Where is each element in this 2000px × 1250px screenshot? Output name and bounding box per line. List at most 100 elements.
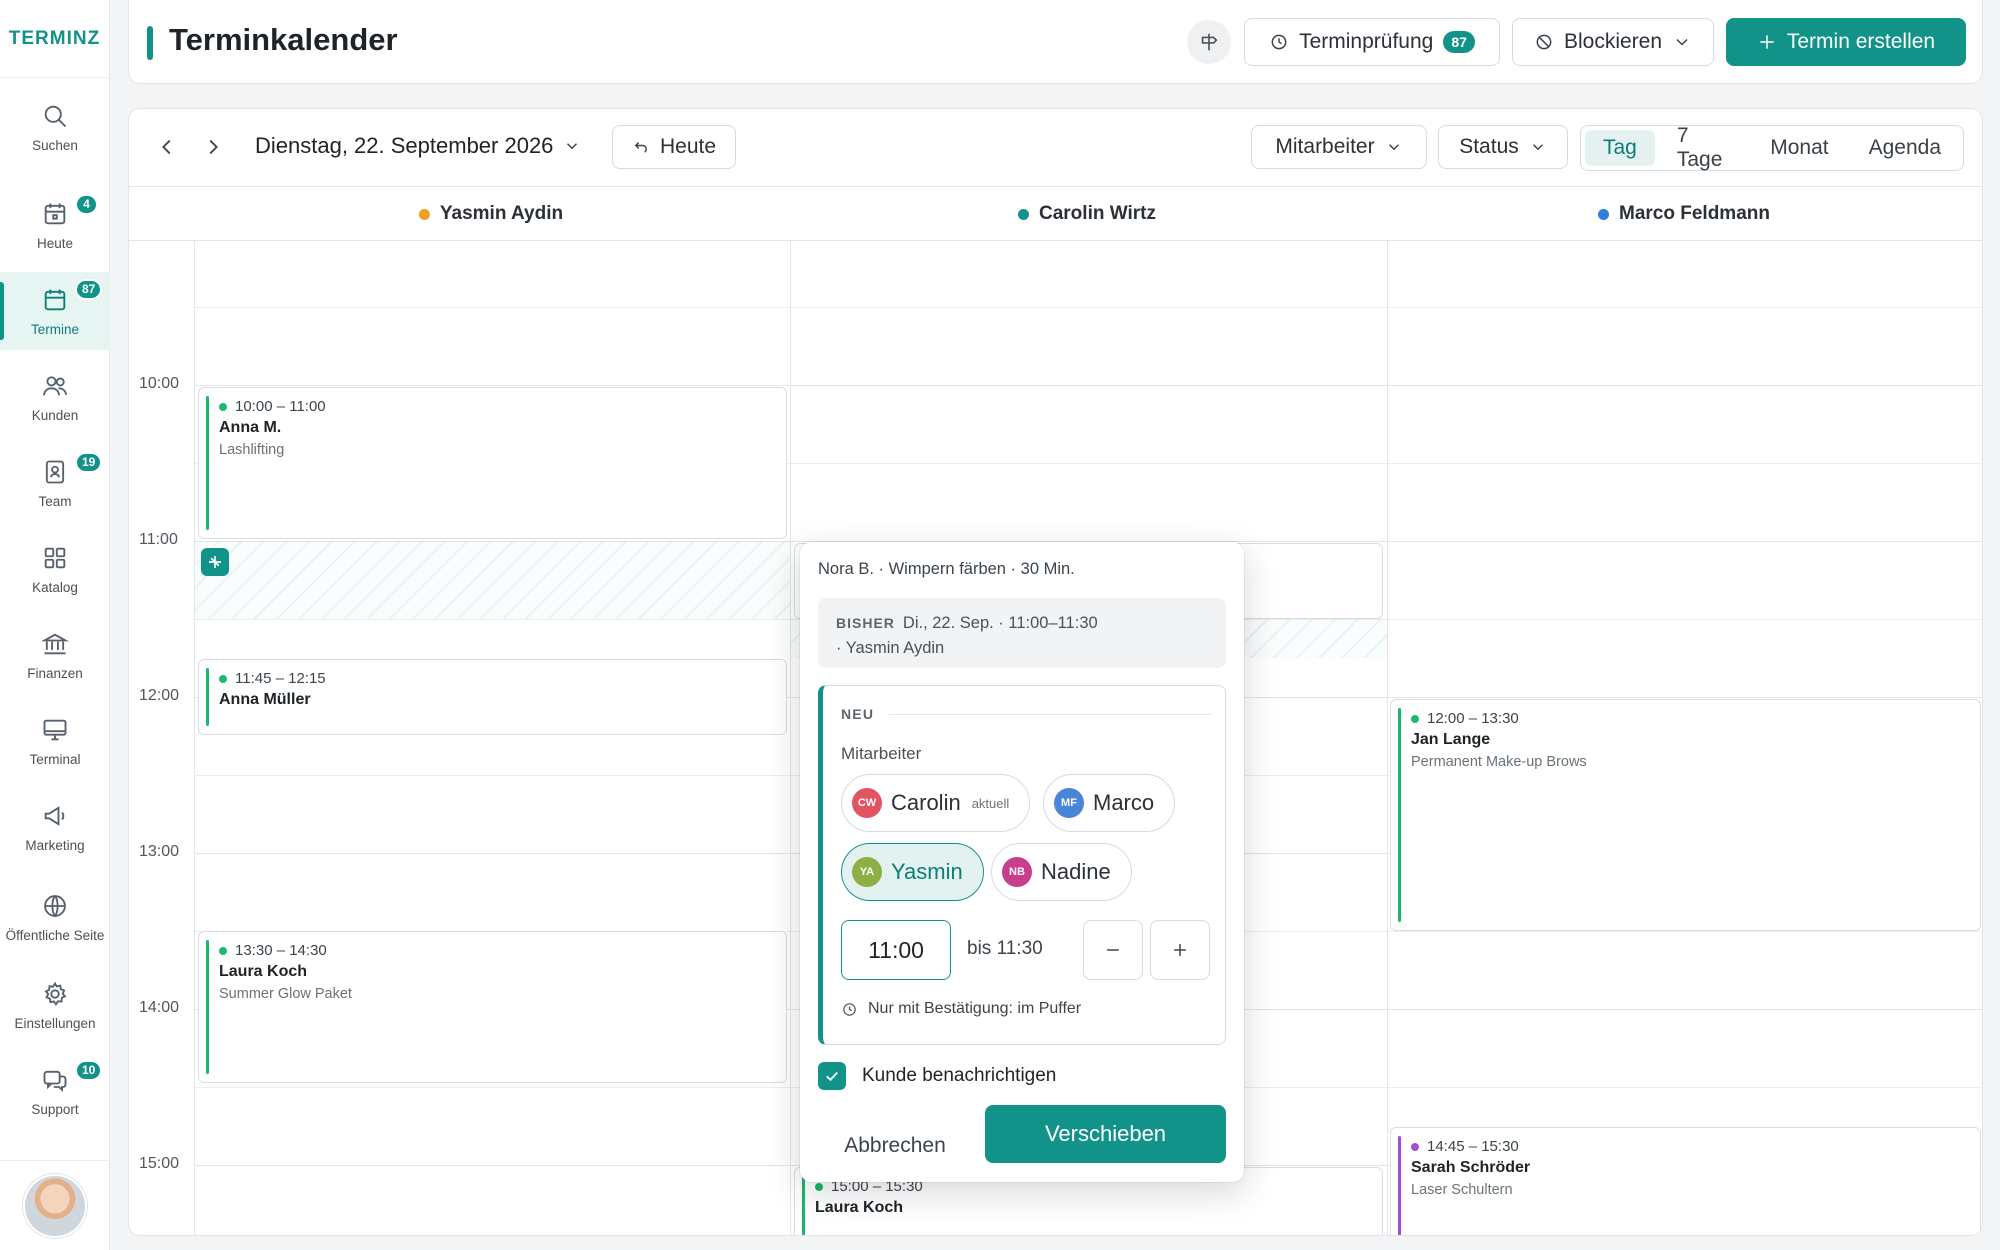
notify-checkbox[interactable]: [818, 1062, 846, 1090]
start-time-input[interactable]: 11:00: [841, 920, 951, 980]
appointment-card[interactable]: 10:00 – 11:00 Anna M. Lashlifting: [198, 387, 787, 539]
title-accent: [147, 26, 153, 60]
increase-time-button[interactable]: [1150, 920, 1210, 980]
grid-icon: [44, 547, 66, 568]
cancel-button[interactable]: Abbrechen: [820, 1118, 970, 1174]
sidebar-item-kunden[interactable]: Kunden: [0, 358, 110, 436]
block-icon: [1536, 34, 1552, 50]
appointment-card[interactable]: 13:30 – 14:30 Laura Koch Summer Glow Pak…: [198, 931, 787, 1083]
appointment-card[interactable]: 12:00 – 13:30 Jan Lange Permanent Make-u…: [1390, 699, 1981, 931]
calendar-icon: [44, 289, 66, 310]
nav-badge: 19: [75, 452, 103, 473]
app-logo[interactable]: TERMINZ: [0, 0, 109, 78]
status-dot: [1411, 1142, 1419, 1151]
date-picker[interactable]: Dienstag, 22. September 2026: [255, 133, 581, 159]
today-button[interactable]: Heute: [612, 125, 736, 169]
appointment-customer: Laura Koch: [815, 1199, 904, 1216]
sidebar-item-label: Katalog: [32, 579, 78, 595]
new-slot-panel: NEU Mitarbeiter CW Carolin aktuell MF Ma…: [818, 685, 1226, 1045]
sidebar-item-team[interactable]: Team 19: [0, 444, 110, 522]
tab-month[interactable]: Monat: [1752, 130, 1846, 166]
sidebar-item-katalog[interactable]: Katalog: [0, 530, 110, 608]
sidebar-item-einstellungen[interactable]: Einstellungen: [0, 966, 110, 1044]
bank-icon: [41, 633, 69, 654]
previous-slot: BISHER Di., 22. Sep. · 11:00–11:30 · Yasm…: [818, 598, 1226, 668]
chevron-down-icon: [1388, 144, 1399, 151]
id-badge-icon: [45, 460, 65, 483]
tab-agenda[interactable]: Agenda: [1851, 130, 1959, 166]
sidebar-item-suchen[interactable]: Suchen: [0, 88, 110, 166]
user-avatar[interactable]: [22, 1173, 87, 1238]
reschedule-popover: Nora B. · Wimpern färben · 30 Min. BISHE…: [800, 542, 1244, 1182]
block-button[interactable]: Blockieren: [1512, 18, 1714, 66]
clock-icon: [1271, 34, 1287, 50]
view-switcher: Tag 7 Tage Monat Agenda: [1580, 124, 1964, 171]
appointment-service: Laser Schultern: [1411, 1182, 1513, 1198]
previous-label: BISHER: [836, 615, 895, 631]
staff-chip-name: Marco: [1093, 790, 1155, 815]
decrease-time-button[interactable]: [1083, 920, 1143, 980]
appointment-card[interactable]: 11:45 – 12:15 Anna Müller: [198, 659, 787, 735]
sidebar-item-support[interactable]: Support 10: [0, 1052, 110, 1130]
prev-day-button[interactable]: [149, 129, 185, 165]
sidebar-item-heute[interactable]: Heute 4: [0, 186, 110, 264]
staff-chip-marco[interactable]: MF Marco: [1043, 774, 1176, 832]
tab-week[interactable]: 7 Tage: [1659, 124, 1748, 171]
staff-chip-nadine[interactable]: NB Nadine: [991, 843, 1132, 901]
confirm-move-button[interactable]: Verschieben: [985, 1105, 1226, 1163]
sidebar-item-label: Öffentliche Seite: [5, 927, 105, 943]
appointment-time-text: 14:45 – 15:30: [1427, 1138, 1519, 1155]
create-appointment-button[interactable]: Termin erstellen: [1726, 18, 1966, 66]
status-filter[interactable]: Status: [1438, 125, 1568, 169]
appointment-card[interactable]: 14:45 – 15:30 Sarah Schröder Laser Schul…: [1390, 1127, 1981, 1235]
status-dot: [1411, 714, 1419, 723]
calendar-toolbar: Dienstag, 22. September 2026 Heute Mitar…: [129, 109, 1982, 187]
search-icon: [44, 105, 67, 127]
chat-icon: [43, 1070, 67, 1092]
appointment-time: 14:45 – 15:30: [1411, 1138, 1966, 1155]
staff-filter[interactable]: Mitarbeiter: [1251, 125, 1427, 169]
appointment-time-text: 10:00 – 11:00: [235, 398, 326, 415]
staff-chip-carolin[interactable]: CW Carolin aktuell: [841, 774, 1031, 832]
status-dot: [219, 946, 227, 955]
chevron-down-icon: [567, 143, 578, 150]
avatar: YA: [852, 857, 882, 887]
nav-badge: 4: [75, 194, 98, 215]
appointment-time: 12:00 – 13:30: [1411, 710, 1966, 727]
globe-icon: [44, 894, 66, 917]
page-title: Terminkalender: [169, 22, 398, 57]
time-label: 15:00: [139, 1155, 180, 1172]
drop-target-slot[interactable]: [195, 541, 790, 619]
sidebar-item-termine[interactable]: Termine 87: [0, 272, 110, 350]
staff-color-dot: [1598, 208, 1610, 220]
nav-badge: 10: [75, 1060, 103, 1081]
sidebar-item-marketing[interactable]: Marketing: [0, 788, 110, 866]
calendar-today-icon: [44, 203, 66, 224]
today-label: Heute: [659, 135, 717, 158]
column-staff-name: Marco Feldmann: [1619, 203, 1770, 224]
sidebar-item-terminal[interactable]: Terminal: [0, 702, 110, 780]
column-header-marco: Marco Feldmann: [1598, 203, 1770, 225]
appointment-time-text: 12:00 – 13:30: [1427, 710, 1519, 727]
sidebar-item-oeffentliche-seite[interactable]: Öffentliche Seite: [0, 878, 110, 956]
notify-customer-toggle[interactable]: Kunde benachrichtigen: [818, 1062, 1056, 1090]
sidebar-item-label: Finanzen: [27, 665, 83, 681]
sidebar-item-finanzen[interactable]: Finanzen: [0, 616, 110, 694]
review-label: Terminprüfung: [1299, 30, 1434, 53]
status-filter-label: Status: [1459, 135, 1519, 158]
sidebar: TERMINZ Suchen Heute 4 Termine 87 Kunden…: [0, 0, 110, 1250]
tab-day[interactable]: Tag: [1585, 130, 1655, 166]
appointment-customer: Sarah Schröder: [1411, 1159, 1531, 1176]
current-tag: aktuell: [971, 795, 1010, 811]
review-button[interactable]: Terminprüfung 87: [1244, 18, 1500, 66]
staff-filter-label: Mitarbeiter: [1275, 135, 1375, 158]
next-day-button[interactable]: [195, 129, 231, 165]
signpost-button[interactable]: [1187, 20, 1231, 64]
appointment-time: 11:45 – 12:15: [219, 670, 772, 687]
minus-icon: [1107, 949, 1119, 951]
staff-chip-yasmin[interactable]: YA Yasmin: [841, 843, 984, 901]
add-slot-button[interactable]: [201, 548, 229, 576]
time-label: 13:00: [139, 843, 180, 860]
appointment-service: Summer Glow Paket: [219, 986, 352, 1002]
sidebar-item-label: Suchen: [32, 137, 78, 153]
